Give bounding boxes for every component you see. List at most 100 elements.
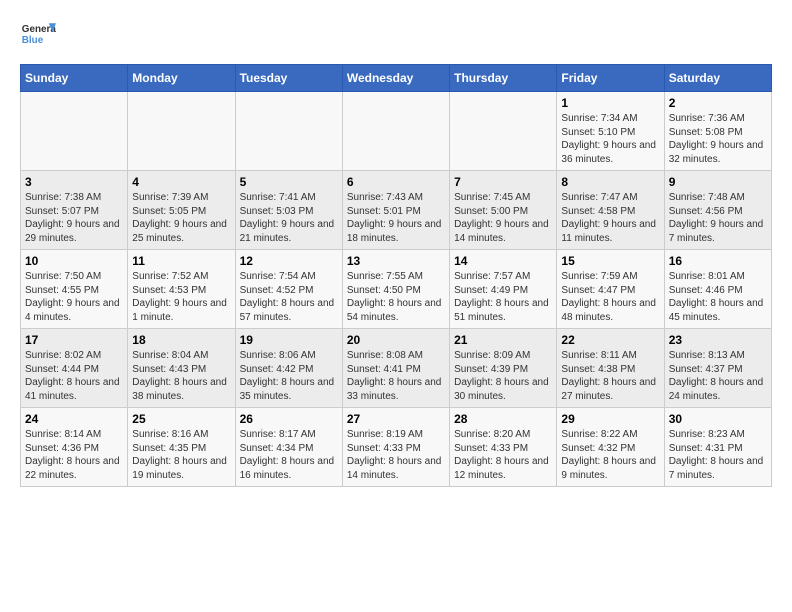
day-number: 13 bbox=[347, 254, 445, 268]
calendar-cell: 25 Sunrise: 8:16 AM Sunset: 4:35 PM Dayli… bbox=[128, 408, 235, 487]
calendar-table: SundayMondayTuesdayWednesdayThursdayFrid… bbox=[20, 64, 772, 487]
calendar-cell: 16 Sunrise: 8:01 AM Sunset: 4:46 PM Dayli… bbox=[664, 250, 771, 329]
calendar-cell bbox=[21, 92, 128, 171]
calendar-cell: 27 Sunrise: 8:19 AM Sunset: 4:33 PM Dayli… bbox=[342, 408, 449, 487]
day-info: Sunrise: 7:57 AM Sunset: 4:49 PM Dayligh… bbox=[454, 270, 552, 324]
day-info: Sunrise: 7:47 AM Sunset: 4:58 PM Dayligh… bbox=[561, 191, 659, 245]
weekday-header-thursday: Thursday bbox=[450, 65, 557, 92]
day-info: Sunrise: 8:20 AM Sunset: 4:33 PM Dayligh… bbox=[454, 428, 552, 482]
day-number: 24 bbox=[25, 412, 123, 426]
day-number: 22 bbox=[561, 333, 659, 347]
day-number: 26 bbox=[240, 412, 338, 426]
day-info: Sunrise: 7:48 AM Sunset: 4:56 PM Dayligh… bbox=[669, 191, 767, 245]
day-number: 9 bbox=[669, 175, 767, 189]
calendar-cell: 1 Sunrise: 7:34 AM Sunset: 5:10 PM Daylig… bbox=[557, 92, 664, 171]
day-info: Sunrise: 7:39 AM Sunset: 5:05 PM Dayligh… bbox=[132, 191, 230, 245]
calendar-cell: 14 Sunrise: 7:57 AM Sunset: 4:49 PM Dayli… bbox=[450, 250, 557, 329]
calendar-cell: 5 Sunrise: 7:41 AM Sunset: 5:03 PM Daylig… bbox=[235, 171, 342, 250]
calendar-cell: 15 Sunrise: 7:59 AM Sunset: 4:47 PM Dayli… bbox=[557, 250, 664, 329]
day-number: 4 bbox=[132, 175, 230, 189]
calendar-cell: 20Sunrise: 8:08 AM Sunset: 4:41 PM Dayli… bbox=[342, 329, 449, 408]
calendar-cell: 8 Sunrise: 7:47 AM Sunset: 4:58 PM Daylig… bbox=[557, 171, 664, 250]
day-number: 25 bbox=[132, 412, 230, 426]
weekday-header-saturday: Saturday bbox=[664, 65, 771, 92]
day-number: 7 bbox=[454, 175, 552, 189]
weekday-header-sunday: Sunday bbox=[21, 65, 128, 92]
day-number: 3 bbox=[25, 175, 123, 189]
day-number: 17 bbox=[25, 333, 123, 347]
day-number: 1 bbox=[561, 96, 659, 110]
day-info: Sunrise: 8:13 AM Sunset: 4:37 PM Dayligh… bbox=[669, 349, 767, 403]
day-number: 15 bbox=[561, 254, 659, 268]
calendar-cell: 24 Sunrise: 8:14 AM Sunset: 4:36 PM Dayli… bbox=[21, 408, 128, 487]
day-number: 11 bbox=[132, 254, 230, 268]
calendar-cell bbox=[450, 92, 557, 171]
calendar-cell: 30 Sunrise: 8:23 AM Sunset: 4:31 PM Dayli… bbox=[664, 408, 771, 487]
weekday-header-tuesday: Tuesday bbox=[235, 65, 342, 92]
day-info: Sunrise: 8:04 AM Sunset: 4:43 PM Dayligh… bbox=[132, 349, 230, 403]
day-number: 30 bbox=[669, 412, 767, 426]
calendar-cell: 3 Sunrise: 7:38 AM Sunset: 5:07 PM Daylig… bbox=[21, 171, 128, 250]
day-info: Sunrise: 8:14 AM Sunset: 4:36 PM Dayligh… bbox=[25, 428, 123, 482]
day-number: 21 bbox=[454, 333, 552, 347]
day-info: Sunrise: 7:52 AM Sunset: 4:53 PM Dayligh… bbox=[132, 270, 230, 324]
logo: General Blue bbox=[20, 16, 56, 52]
day-info: Sunrise: 7:41 AM Sunset: 5:03 PM Dayligh… bbox=[240, 191, 338, 245]
calendar-cell: 23 Sunrise: 8:13 AM Sunset: 4:37 PM Dayli… bbox=[664, 329, 771, 408]
day-info: Sunrise: 8:16 AM Sunset: 4:35 PM Dayligh… bbox=[132, 428, 230, 482]
day-number: 2 bbox=[669, 96, 767, 110]
day-number: 5 bbox=[240, 175, 338, 189]
weekday-header-friday: Friday bbox=[557, 65, 664, 92]
calendar-cell: 13Sunrise: 7:55 AM Sunset: 4:50 PM Dayli… bbox=[342, 250, 449, 329]
calendar-cell: 6 Sunrise: 7:43 AM Sunset: 5:01 PM Daylig… bbox=[342, 171, 449, 250]
day-info: Sunrise: 7:36 AM Sunset: 5:08 PM Dayligh… bbox=[669, 112, 767, 166]
day-info: Sunrise: 8:09 AM Sunset: 4:39 PM Dayligh… bbox=[454, 349, 552, 403]
calendar-cell: 2 Sunrise: 7:36 AM Sunset: 5:08 PM Daylig… bbox=[664, 92, 771, 171]
day-info: Sunrise: 7:38 AM Sunset: 5:07 PM Dayligh… bbox=[25, 191, 123, 245]
svg-text:Blue: Blue bbox=[22, 35, 44, 46]
day-info: Sunrise: 8:02 AM Sunset: 4:44 PM Dayligh… bbox=[25, 349, 123, 403]
day-info: Sunrise: 8:11 AM Sunset: 4:38 PM Dayligh… bbox=[561, 349, 659, 403]
day-info: Sunrise: 8:19 AM Sunset: 4:33 PM Dayligh… bbox=[347, 428, 445, 482]
day-number: 23 bbox=[669, 333, 767, 347]
day-info: Sunrise: 8:17 AM Sunset: 4:34 PM Dayligh… bbox=[240, 428, 338, 482]
day-number: 20 bbox=[347, 333, 445, 347]
calendar-cell: 29Sunrise: 8:22 AM Sunset: 4:32 PM Dayli… bbox=[557, 408, 664, 487]
day-number: 27 bbox=[347, 412, 445, 426]
calendar-cell: 19Sunrise: 8:06 AM Sunset: 4:42 PM Dayli… bbox=[235, 329, 342, 408]
day-number: 18 bbox=[132, 333, 230, 347]
weekday-header-monday: Monday bbox=[128, 65, 235, 92]
day-number: 8 bbox=[561, 175, 659, 189]
weekday-header-wednesday: Wednesday bbox=[342, 65, 449, 92]
calendar-cell: 12 Sunrise: 7:54 AM Sunset: 4:52 PM Dayli… bbox=[235, 250, 342, 329]
day-info: Sunrise: 8:01 AM Sunset: 4:46 PM Dayligh… bbox=[669, 270, 767, 324]
day-number: 19 bbox=[240, 333, 338, 347]
calendar-cell bbox=[235, 92, 342, 171]
calendar-cell: 9 Sunrise: 7:48 AM Sunset: 4:56 PM Daylig… bbox=[664, 171, 771, 250]
calendar-cell: 7 Sunrise: 7:45 AM Sunset: 5:00 PM Daylig… bbox=[450, 171, 557, 250]
day-info: Sunrise: 7:45 AM Sunset: 5:00 PM Dayligh… bbox=[454, 191, 552, 245]
calendar-cell: 11 Sunrise: 7:52 AM Sunset: 4:53 PM Dayli… bbox=[128, 250, 235, 329]
calendar-cell: 21 Sunrise: 8:09 AM Sunset: 4:39 PM Dayli… bbox=[450, 329, 557, 408]
calendar-cell: 4 Sunrise: 7:39 AM Sunset: 5:05 PM Daylig… bbox=[128, 171, 235, 250]
day-number: 16 bbox=[669, 254, 767, 268]
day-number: 12 bbox=[240, 254, 338, 268]
day-number: 6 bbox=[347, 175, 445, 189]
day-info: Sunrise: 7:34 AM Sunset: 5:10 PM Dayligh… bbox=[561, 112, 659, 166]
day-info: Sunrise: 7:59 AM Sunset: 4:47 PM Dayligh… bbox=[561, 270, 659, 324]
day-number: 14 bbox=[454, 254, 552, 268]
day-info: Sunrise: 7:43 AM Sunset: 5:01 PM Dayligh… bbox=[347, 191, 445, 245]
calendar-cell: 26 Sunrise: 8:17 AM Sunset: 4:34 PM Dayli… bbox=[235, 408, 342, 487]
calendar-cell: 18 Sunrise: 8:04 AM Sunset: 4:43 PM Dayli… bbox=[128, 329, 235, 408]
day-number: 28 bbox=[454, 412, 552, 426]
calendar-cell bbox=[128, 92, 235, 171]
day-info: Sunrise: 8:23 AM Sunset: 4:31 PM Dayligh… bbox=[669, 428, 767, 482]
calendar-cell: 17 Sunrise: 8:02 AM Sunset: 4:44 PM Dayli… bbox=[21, 329, 128, 408]
day-number: 29 bbox=[561, 412, 659, 426]
day-number: 10 bbox=[25, 254, 123, 268]
calendar-cell bbox=[342, 92, 449, 171]
day-info: Sunrise: 7:50 AM Sunset: 4:55 PM Dayligh… bbox=[25, 270, 123, 324]
calendar-cell: 22 Sunrise: 8:11 AM Sunset: 4:38 PM Dayli… bbox=[557, 329, 664, 408]
day-info: Sunrise: 7:54 AM Sunset: 4:52 PM Dayligh… bbox=[240, 270, 338, 324]
calendar-cell: 28 Sunrise: 8:20 AM Sunset: 4:33 PM Dayli… bbox=[450, 408, 557, 487]
